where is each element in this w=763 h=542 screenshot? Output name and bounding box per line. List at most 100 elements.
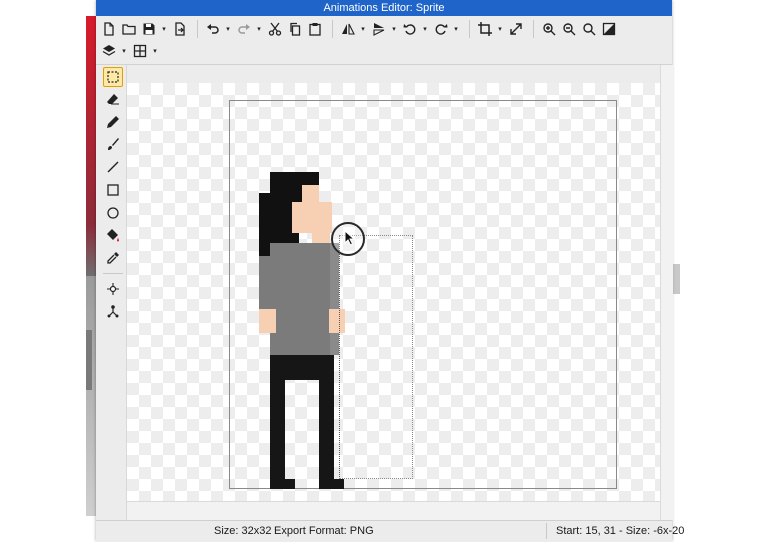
character-pants-waist — [270, 355, 334, 380]
zoom-fit-button[interactable] — [580, 20, 598, 38]
undo-button[interactable] — [204, 20, 222, 38]
rotate-right-icon — [435, 24, 448, 35]
selection-guide-line — [339, 235, 340, 477]
line-tool[interactable] — [103, 157, 123, 177]
character-neck — [312, 233, 330, 243]
rectangle-select-icon — [107, 71, 119, 83]
zoom-in-icon — [543, 23, 556, 36]
grid-icon — [133, 44, 147, 58]
save-icon — [143, 23, 155, 35]
status-bar: Size: 32x32 Export Format: PNG Start: 15… — [96, 520, 684, 542]
character-shirt-shade — [330, 243, 339, 355]
toolbar-divider — [197, 20, 198, 38]
rotate-right-dropdown[interactable]: ▾ — [452, 20, 460, 38]
background-window-edge — [86, 16, 96, 276]
rotate-left-dropdown[interactable]: ▾ — [421, 20, 429, 38]
rectangle-tool[interactable] — [103, 180, 123, 200]
skeleton-tool[interactable] — [103, 301, 123, 321]
character-back-leg — [270, 379, 285, 479]
character-back-foot — [270, 479, 295, 489]
resize-icon — [510, 23, 522, 35]
paste-button[interactable] — [306, 20, 324, 38]
pencil-tool[interactable] — [103, 112, 123, 132]
flip-vertical-button[interactable] — [370, 20, 388, 38]
vertical-scrollbar[interactable] — [660, 65, 673, 520]
new-file-button[interactable] — [100, 20, 118, 38]
redo-dropdown[interactable]: ▾ — [255, 20, 263, 38]
flip-horizontal-icon — [342, 23, 355, 35]
save-button[interactable] — [140, 20, 158, 38]
toolbar: ▾ ▾ ▾ ▾ ▾ ▾ ▾ ▾ ▾ ▾ — [96, 16, 672, 65]
redo-button[interactable] — [235, 20, 253, 38]
export-icon — [175, 22, 185, 36]
character-forehead — [302, 185, 319, 203]
toolbar-divider — [533, 20, 534, 38]
cut-icon — [268, 22, 282, 36]
zoom-in-button[interactable] — [540, 20, 558, 38]
ellipse-tool[interactable] — [103, 203, 123, 223]
origin-point-tool[interactable] — [103, 279, 123, 299]
background-window-edge-lower — [86, 276, 96, 516]
background-window-edge-right — [672, 264, 680, 294]
skeleton-icon — [107, 305, 119, 318]
zoom-fit-icon — [583, 23, 596, 36]
eyedropper-tool[interactable] — [103, 248, 123, 268]
sprite-canvas[interactable] — [127, 83, 660, 501]
copy-button[interactable] — [286, 20, 304, 38]
character-front-foot — [319, 479, 344, 489]
rectangle-icon — [107, 184, 119, 196]
open-button[interactable] — [120, 20, 138, 38]
export-button[interactable] — [171, 20, 189, 38]
undo-dropdown[interactable]: ▾ — [224, 20, 232, 38]
selection-marquee[interactable] — [339, 235, 413, 479]
rotate-right-button[interactable] — [432, 20, 450, 38]
character-shirt — [270, 243, 330, 355]
undo-icon — [207, 24, 219, 34]
toggle-background-button[interactable] — [600, 20, 618, 38]
window-title[interactable]: Animations Editor: Sprite — [96, 0, 672, 16]
crop-dropdown[interactable]: ▾ — [496, 20, 504, 38]
mouse-pointer-icon — [344, 230, 356, 246]
flip-vertical-icon — [373, 23, 385, 36]
rotate-left-icon — [403, 24, 416, 35]
flip-horizontal-dropdown[interactable]: ▾ — [359, 20, 367, 38]
crop-button[interactable] — [476, 20, 494, 38]
status-size: Size: 32x32 — [214, 525, 272, 537]
copy-icon — [290, 22, 301, 36]
cut-button[interactable] — [266, 20, 284, 38]
eraser-tool[interactable] — [103, 89, 123, 109]
grid-button[interactable] — [131, 42, 149, 60]
horizontal-scrollbar[interactable] — [127, 501, 660, 521]
line-icon — [107, 161, 119, 173]
toggle-background-icon — [602, 22, 616, 36]
character-back-hand — [259, 309, 276, 333]
fill-bucket-icon — [107, 229, 119, 242]
animations-editor-window: Animations Editor: Sprite ▾ ▾ ▾ ▾ ▾ ▾ ▾ … — [96, 0, 684, 542]
paste-icon — [309, 23, 321, 36]
rectangle-select-tool[interactable] — [103, 67, 123, 87]
new-file-icon — [104, 22, 114, 36]
save-dropdown[interactable]: ▾ — [160, 20, 168, 38]
brush-tool[interactable] — [103, 134, 123, 154]
pencil-icon — [107, 116, 119, 128]
fill-bucket-tool[interactable] — [103, 225, 123, 245]
tool-palette — [96, 65, 127, 520]
resize-button[interactable] — [507, 20, 525, 38]
status-export-format: Export Format: PNG — [274, 525, 374, 537]
background-window-scrollbar — [86, 330, 92, 390]
toolbar-divider — [469, 20, 470, 38]
toolbar-divider — [332, 20, 333, 38]
open-folder-icon — [122, 24, 136, 35]
toolbar-row-secondary: ▾ ▾ — [100, 40, 162, 62]
layers-dropdown[interactable]: ▾ — [120, 42, 128, 60]
flip-horizontal-button[interactable] — [339, 20, 357, 38]
character-front-leg — [319, 379, 334, 479]
eraser-icon — [107, 94, 119, 105]
layers-button[interactable] — [100, 42, 118, 60]
layers-icon — [102, 45, 116, 56]
rotate-left-button[interactable] — [401, 20, 419, 38]
zoom-out-button[interactable] — [560, 20, 578, 38]
grid-dropdown[interactable]: ▾ — [151, 42, 159, 60]
toolbar-row-main: ▾ ▾ ▾ ▾ ▾ ▾ ▾ ▾ — [100, 18, 620, 40]
flip-vertical-dropdown[interactable]: ▾ — [390, 20, 398, 38]
